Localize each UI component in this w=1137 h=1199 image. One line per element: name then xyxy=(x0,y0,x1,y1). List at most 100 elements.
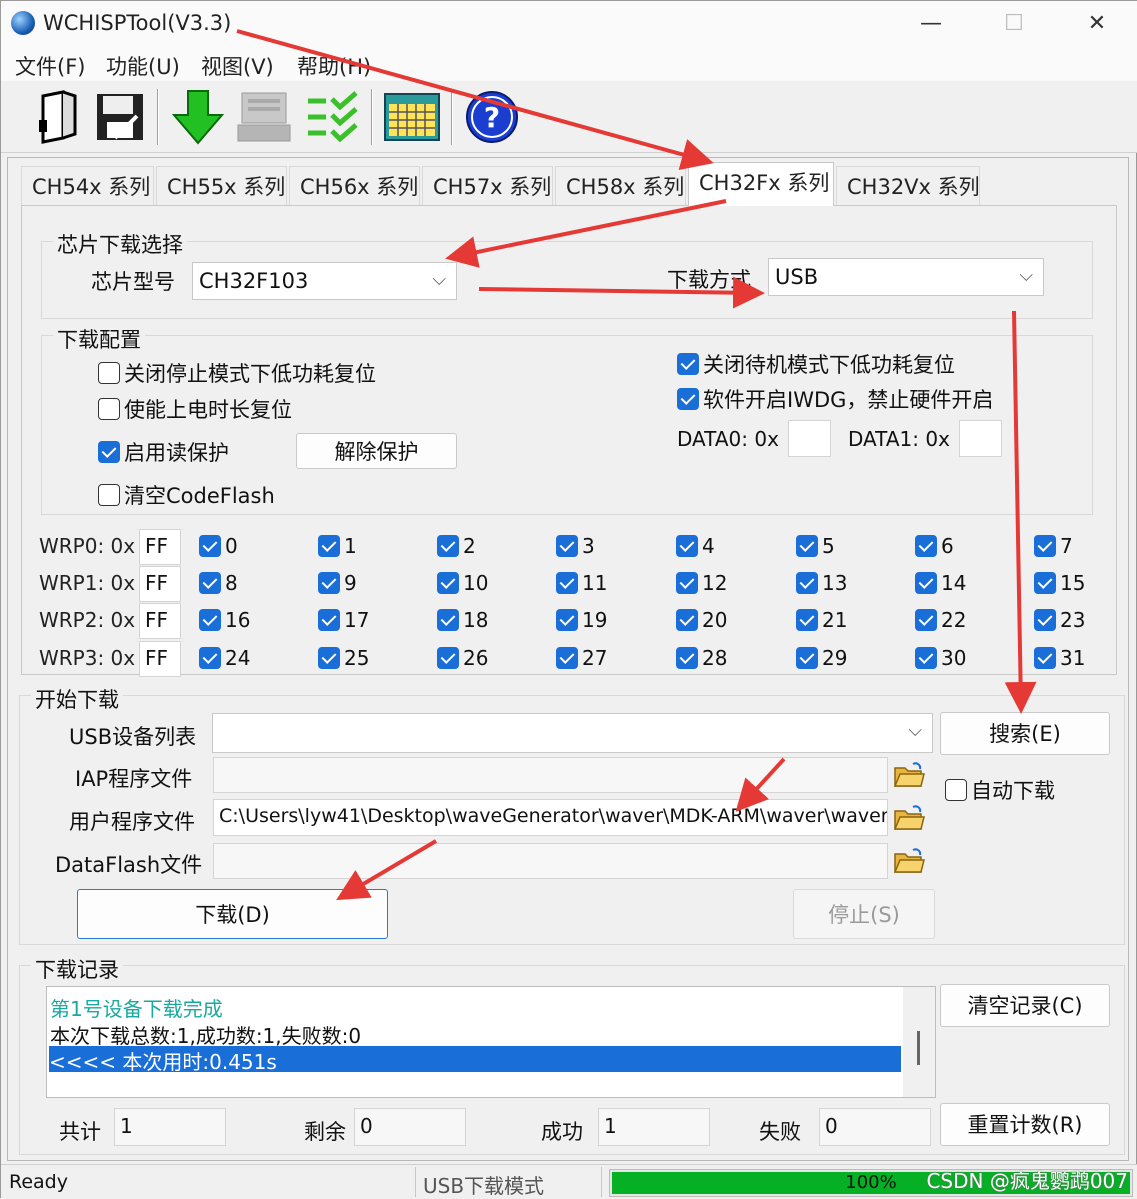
tab-ch54x[interactable]: CH54x 系列 xyxy=(21,166,154,206)
checkbox-box-checked[interactable] xyxy=(318,535,340,557)
checkbox-box-checked[interactable] xyxy=(437,609,459,631)
checkbox-box-checked[interactable] xyxy=(437,647,459,669)
wrp-bit-checkbox[interactable]: 6 xyxy=(915,534,954,558)
checkbox-box-checked[interactable] xyxy=(1034,572,1056,594)
wrp-bit-checkbox[interactable]: 19 xyxy=(556,608,607,632)
wrp-value-input[interactable]: FF xyxy=(139,529,181,565)
checkbox-software-iwdg[interactable]: 软件开启IWDG，禁止硬件开启 xyxy=(677,384,993,414)
checkbox-box[interactable] xyxy=(945,779,967,801)
wrp-value-input[interactable]: FF xyxy=(139,641,181,677)
checkbox-box-checked[interactable] xyxy=(915,609,937,631)
wrp-bit-checkbox[interactable]: 24 xyxy=(199,646,250,670)
checkbox-box[interactable] xyxy=(98,484,120,506)
wrp-value-input[interactable]: FF xyxy=(139,603,181,639)
folder-open-icon[interactable] xyxy=(889,757,929,793)
close-button[interactable]: ✕ xyxy=(1067,7,1127,41)
minimize-button[interactable]: — xyxy=(901,7,961,41)
tab-ch56x[interactable]: CH56x 系列 xyxy=(289,166,420,206)
iap-file-input[interactable] xyxy=(213,757,888,793)
tab-ch57x[interactable]: CH57x 系列 xyxy=(422,166,553,206)
wrp-bit-checkbox[interactable]: 26 xyxy=(437,646,488,670)
tab-ch58x[interactable]: CH58x 系列 xyxy=(555,166,686,206)
checkbox-box-checked[interactable] xyxy=(796,535,818,557)
checkbox-box-checked[interactable] xyxy=(318,647,340,669)
reset-count-button[interactable]: 重置计数(R) xyxy=(940,1103,1110,1146)
scrollbar-thumb[interactable] xyxy=(917,1031,920,1065)
checkbox-box-checked[interactable] xyxy=(318,609,340,631)
maximize-button[interactable]: ☐ xyxy=(984,7,1044,41)
wrp-bit-checkbox[interactable]: 3 xyxy=(556,534,595,558)
wrp-bit-checkbox[interactable]: 13 xyxy=(796,571,847,595)
wrp-bit-checkbox[interactable]: 17 xyxy=(318,608,369,632)
checkbox-box-checked[interactable] xyxy=(796,647,818,669)
checkbox-box-checked[interactable] xyxy=(915,647,937,669)
stop-button[interactable]: 停止(S) xyxy=(793,889,935,939)
checkbox-box-checked[interactable] xyxy=(556,647,578,669)
wrp-bit-checkbox[interactable]: 23 xyxy=(1034,608,1085,632)
wrp-bit-checkbox[interactable]: 4 xyxy=(676,534,715,558)
open-file-icon[interactable] xyxy=(27,87,89,147)
wrp-bit-checkbox[interactable]: 12 xyxy=(676,571,727,595)
folder-open-icon[interactable] xyxy=(889,843,929,879)
checkbox-box-checked[interactable] xyxy=(676,572,698,594)
wrp-bit-checkbox[interactable]: 27 xyxy=(556,646,607,670)
calendar-grid-icon[interactable] xyxy=(381,87,443,147)
checkbox-box[interactable] xyxy=(98,398,120,420)
checkbox-box-checked[interactable] xyxy=(556,535,578,557)
checkbox-read-protect[interactable]: 启用读保护 xyxy=(98,437,229,467)
wrp-bit-checkbox[interactable]: 25 xyxy=(318,646,369,670)
checkbox-disable-stop-lowpower-reset[interactable]: 关闭停止模式下低功耗复位 xyxy=(98,358,376,388)
checkbox-box-checked[interactable] xyxy=(556,572,578,594)
help-icon[interactable]: ? xyxy=(461,87,523,147)
checklist-icon[interactable] xyxy=(301,87,363,147)
wrp-value-input[interactable]: FF xyxy=(139,566,181,602)
usb-device-select[interactable]: ⌵ xyxy=(212,713,933,753)
wrp-bit-checkbox[interactable]: 2 xyxy=(437,534,476,558)
checkbox-box[interactable] xyxy=(98,362,120,384)
checkbox-box-checked[interactable] xyxy=(676,647,698,669)
download-button[interactable]: 下载(D) xyxy=(77,889,388,939)
chip-model-select[interactable]: CH32F103 ⌵ xyxy=(192,262,457,300)
checkbox-box-checked[interactable] xyxy=(676,609,698,631)
checkbox-box-checked[interactable] xyxy=(915,535,937,557)
data1-input[interactable] xyxy=(959,420,1002,457)
checkbox-box-checked[interactable] xyxy=(1034,609,1056,631)
tab-ch32vx[interactable]: CH32Vx 系列 xyxy=(836,166,980,206)
log-scrollbar[interactable] xyxy=(903,987,935,1097)
checkbox-auto-download[interactable]: 自动下载 xyxy=(945,775,1055,805)
menu-function[interactable]: 功能(U) xyxy=(106,51,180,81)
wrp-bit-checkbox[interactable]: 5 xyxy=(796,534,835,558)
wrp-bit-checkbox[interactable]: 1 xyxy=(318,534,357,558)
wrp-bit-checkbox[interactable]: 7 xyxy=(1034,534,1073,558)
download-log-list[interactable]: 第1号设备下载完成 本次下载总数:1,成功数:1,失败数:0 <<<< 本次用时… xyxy=(46,986,936,1098)
wrp-bit-checkbox[interactable]: 20 xyxy=(676,608,727,632)
checkbox-box-checked[interactable] xyxy=(199,572,221,594)
checkbox-box-checked[interactable] xyxy=(1034,535,1056,557)
wrp-bit-checkbox[interactable]: 21 xyxy=(796,608,847,632)
wrp-bit-checkbox[interactable]: 16 xyxy=(199,608,250,632)
checkbox-clear-codeflash[interactable]: 清空CodeFlash xyxy=(98,480,275,510)
wrp-bit-checkbox[interactable]: 10 xyxy=(437,571,488,595)
wrp-bit-checkbox[interactable]: 8 xyxy=(199,571,238,595)
checkbox-box-checked[interactable] xyxy=(677,388,699,410)
checkbox-box-checked[interactable] xyxy=(199,609,221,631)
checkbox-box-checked[interactable] xyxy=(437,535,459,557)
wrp-bit-checkbox[interactable]: 14 xyxy=(915,571,966,595)
checkbox-box-checked[interactable] xyxy=(199,535,221,557)
menu-file[interactable]: 文件(F) xyxy=(15,51,85,81)
wrp-bit-checkbox[interactable]: 22 xyxy=(915,608,966,632)
wrp-bit-checkbox[interactable]: 31 xyxy=(1034,646,1085,670)
checkbox-box-checked[interactable] xyxy=(796,609,818,631)
checkbox-box-checked[interactable] xyxy=(796,572,818,594)
data0-input[interactable] xyxy=(788,420,831,457)
wrp-bit-checkbox[interactable]: 28 xyxy=(676,646,727,670)
wrp-bit-checkbox[interactable]: 0 xyxy=(199,534,238,558)
checkbox-box-checked[interactable] xyxy=(98,441,120,463)
wrp-bit-checkbox[interactable]: 11 xyxy=(556,571,607,595)
download-mode-select[interactable]: USB ⌵ xyxy=(768,258,1044,296)
folder-open-icon[interactable] xyxy=(889,800,929,836)
checkbox-box-checked[interactable] xyxy=(1034,647,1056,669)
menu-help[interactable]: 帮助(H) xyxy=(297,51,371,81)
search-button[interactable]: 搜索(E) xyxy=(940,712,1110,755)
wrp-bit-checkbox[interactable]: 15 xyxy=(1034,571,1085,595)
